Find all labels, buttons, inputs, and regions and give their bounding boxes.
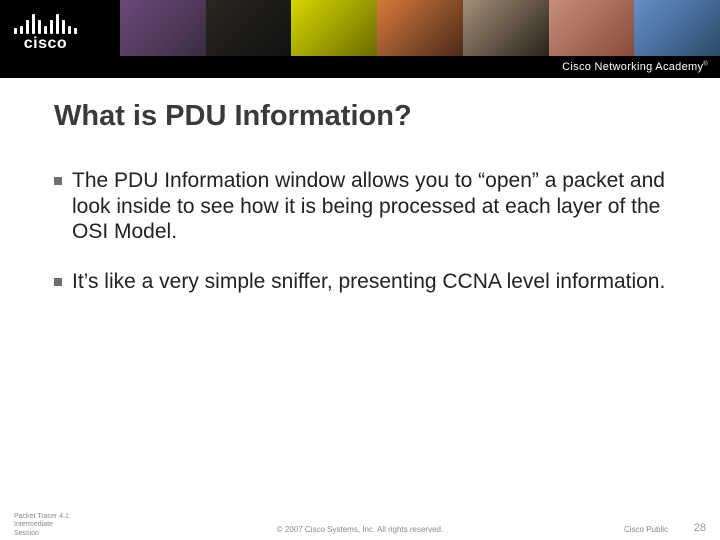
banner-photo	[463, 0, 549, 56]
footer-left-line1: Packet Tracer 4.1:	[14, 513, 71, 521]
banner-black-bar: Cisco Networking Academy®	[0, 56, 720, 78]
bullet-square-icon	[54, 177, 62, 185]
banner-photo	[206, 0, 292, 56]
slide-title: What is PDU Information?	[54, 100, 412, 133]
bullet-item: It’s like a very simple sniffer, present…	[54, 269, 666, 295]
bullet-text: It’s like a very simple sniffer, present…	[72, 269, 666, 295]
bullet-text: The PDU Information window allows you to…	[72, 168, 666, 245]
trademark: ®	[703, 61, 708, 67]
cisco-logo-text: cisco	[24, 36, 67, 52]
footer-copyright: © 2007 Cisco Systems, Inc. All rights re…	[0, 525, 720, 534]
academy-text: Cisco Networking Academy	[562, 61, 703, 73]
page-number: 28	[694, 522, 706, 534]
slide-footer: Packet Tracer 4.1: Intermediate Session …	[0, 502, 720, 540]
footer-classification: Cisco Public	[624, 525, 668, 534]
banner-photo	[120, 0, 206, 56]
banner-photo	[549, 0, 635, 56]
slide: Cisco Networking Academy® cisco What is …	[0, 0, 720, 540]
bullet-item: The PDU Information window allows you to…	[54, 168, 666, 245]
cisco-logo: cisco	[14, 10, 77, 52]
banner-photo-strip	[120, 0, 720, 56]
banner-photo	[291, 0, 377, 56]
banner-photo	[634, 0, 720, 56]
bullet-square-icon	[54, 278, 62, 286]
slide-content: The PDU Information window allows you to…	[54, 168, 666, 318]
banner-photo	[377, 0, 463, 56]
header-banner: Cisco Networking Academy® cisco	[0, 0, 720, 78]
cisco-logo-bars-icon	[14, 10, 77, 34]
academy-label: Cisco Networking Academy®	[562, 61, 708, 73]
